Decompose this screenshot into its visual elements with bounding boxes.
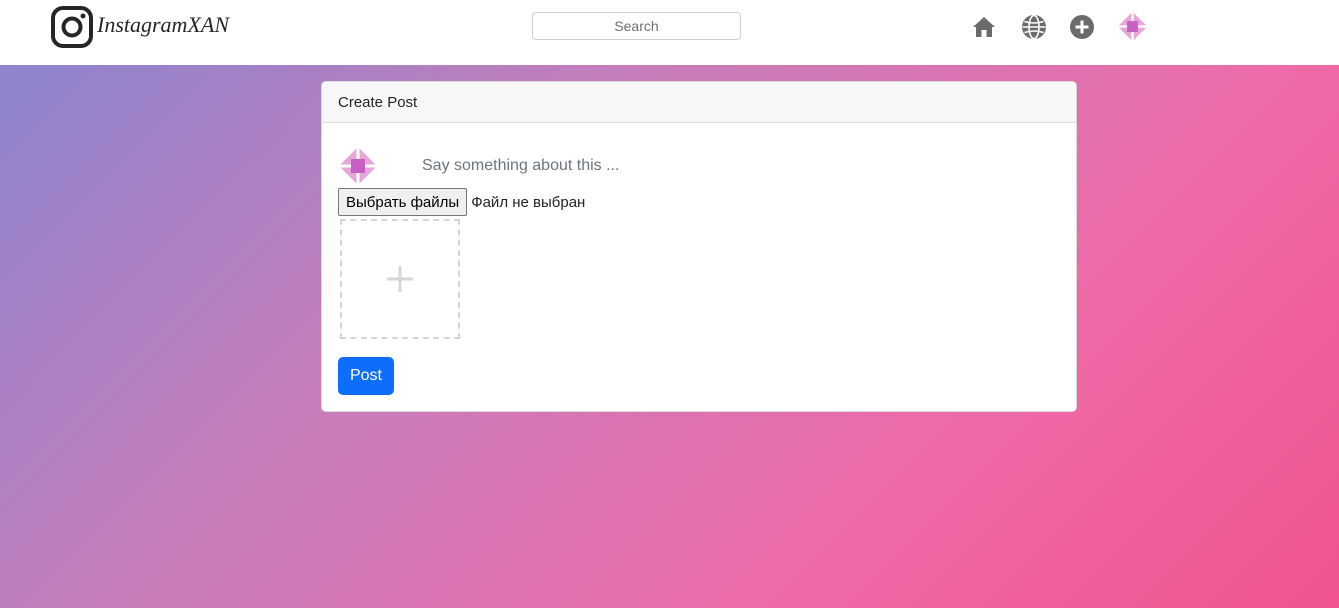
choose-files-button[interactable]: Выбрать файлы: [338, 188, 468, 216]
top-navbar: InstagramXAN: [0, 0, 1339, 65]
post-button[interactable]: Post: [338, 357, 394, 395]
home-icon[interactable]: [971, 14, 997, 40]
instagram-logo-icon[interactable]: [50, 5, 94, 49]
user-avatar-icon: [339, 147, 377, 185]
globe-icon[interactable]: [1021, 14, 1047, 40]
search-input[interactable]: [532, 12, 741, 40]
avatar-icon[interactable]: [1117, 11, 1148, 42]
file-status-text: Файл не выбран: [471, 193, 586, 211]
create-post-card: Create Post Выбрать файлы Файл не выбран…: [321, 81, 1077, 412]
file-picker: Выбрать файлы Файл не выбран: [338, 188, 585, 216]
add-circle-icon[interactable]: [1069, 14, 1095, 40]
create-post-title: Create Post: [322, 82, 1076, 123]
caption-input[interactable]: [422, 154, 922, 178]
image-upload-dropzone[interactable]: [340, 219, 460, 339]
brand-name[interactable]: InstagramXAN: [97, 12, 229, 38]
plus-icon: [387, 266, 413, 292]
